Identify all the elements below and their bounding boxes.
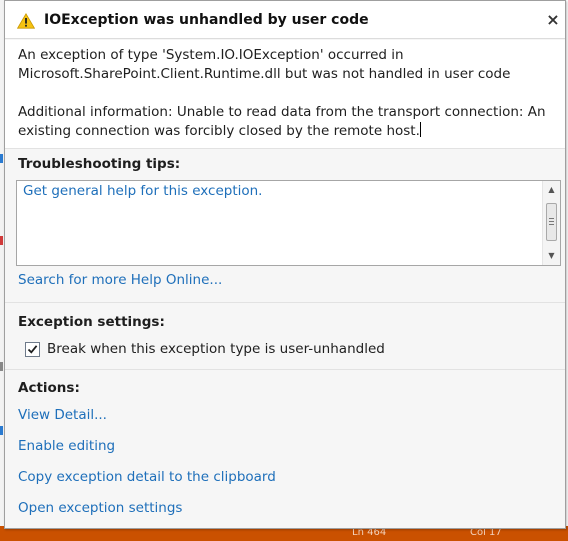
copy-exception-detail-link[interactable]: Copy exception detail to the clipboard [18, 469, 276, 485]
troubleshooting-heading: Troubleshooting tips: [18, 156, 181, 172]
scroll-down-icon[interactable]: ▼ [543, 249, 560, 263]
troubleshooting-tips-list[interactable]: Get general help for this exception. ▲ ▼ [16, 180, 561, 266]
grip-line [549, 221, 554, 222]
dialog-title-bar: IOException was unhandled by user code × [5, 1, 565, 39]
grip-line [549, 218, 554, 219]
view-detail-link[interactable]: View Detail... [18, 407, 107, 423]
ide-edge-mark [0, 236, 3, 245]
actions-heading: Actions: [18, 380, 80, 396]
text-caret [419, 122, 421, 137]
break-on-exception-label[interactable]: Break when this exception type is user-u… [47, 341, 385, 357]
close-button[interactable]: × [545, 11, 561, 29]
exception-message-line: Microsoft.SharePoint.Client.Runtime.dll … [18, 66, 511, 82]
close-icon: × [546, 10, 560, 29]
search-help-online-link[interactable]: Search for more Help Online... [18, 272, 222, 288]
status-line: Ln 464 [352, 527, 387, 538]
enable-editing-link[interactable]: Enable editing [18, 438, 115, 454]
additional-info-line-2: existing connection was forcibly closed … [18, 122, 558, 141]
section-divider [5, 369, 565, 370]
scroll-up-icon[interactable]: ▲ [543, 183, 560, 197]
grip-line [549, 224, 554, 225]
exception-helper-dialog: IOException was unhandled by user code ×… [4, 0, 566, 529]
exception-settings-heading: Exception settings: [18, 314, 165, 330]
warning-icon [17, 13, 35, 29]
open-exception-settings-link[interactable]: Open exception settings [18, 500, 182, 516]
section-divider [5, 302, 565, 303]
ide-edge-mark [0, 154, 3, 163]
ide-edge-mark [0, 362, 3, 371]
scroll-thumb[interactable] [546, 203, 557, 241]
ide-edge-mark [0, 426, 3, 435]
general-help-link[interactable]: Get general help for this exception. [23, 183, 262, 199]
additional-info-line: Additional information: Unable to read d… [18, 104, 546, 120]
dialog-title: IOException was unhandled by user code [44, 12, 369, 28]
additional-info-text: existing connection was forcibly closed … [18, 123, 420, 139]
exception-message-line: An exception of type 'System.IO.IOExcept… [18, 47, 404, 63]
checkmark-icon [27, 345, 38, 354]
tips-scrollbar[interactable]: ▲ ▼ [542, 181, 560, 265]
status-col: Col 17 [470, 527, 502, 538]
section-divider [5, 148, 565, 149]
exception-message-box[interactable]: An exception of type 'System.IO.IOExcept… [5, 40, 565, 148]
break-on-exception-checkbox[interactable] [25, 342, 40, 357]
